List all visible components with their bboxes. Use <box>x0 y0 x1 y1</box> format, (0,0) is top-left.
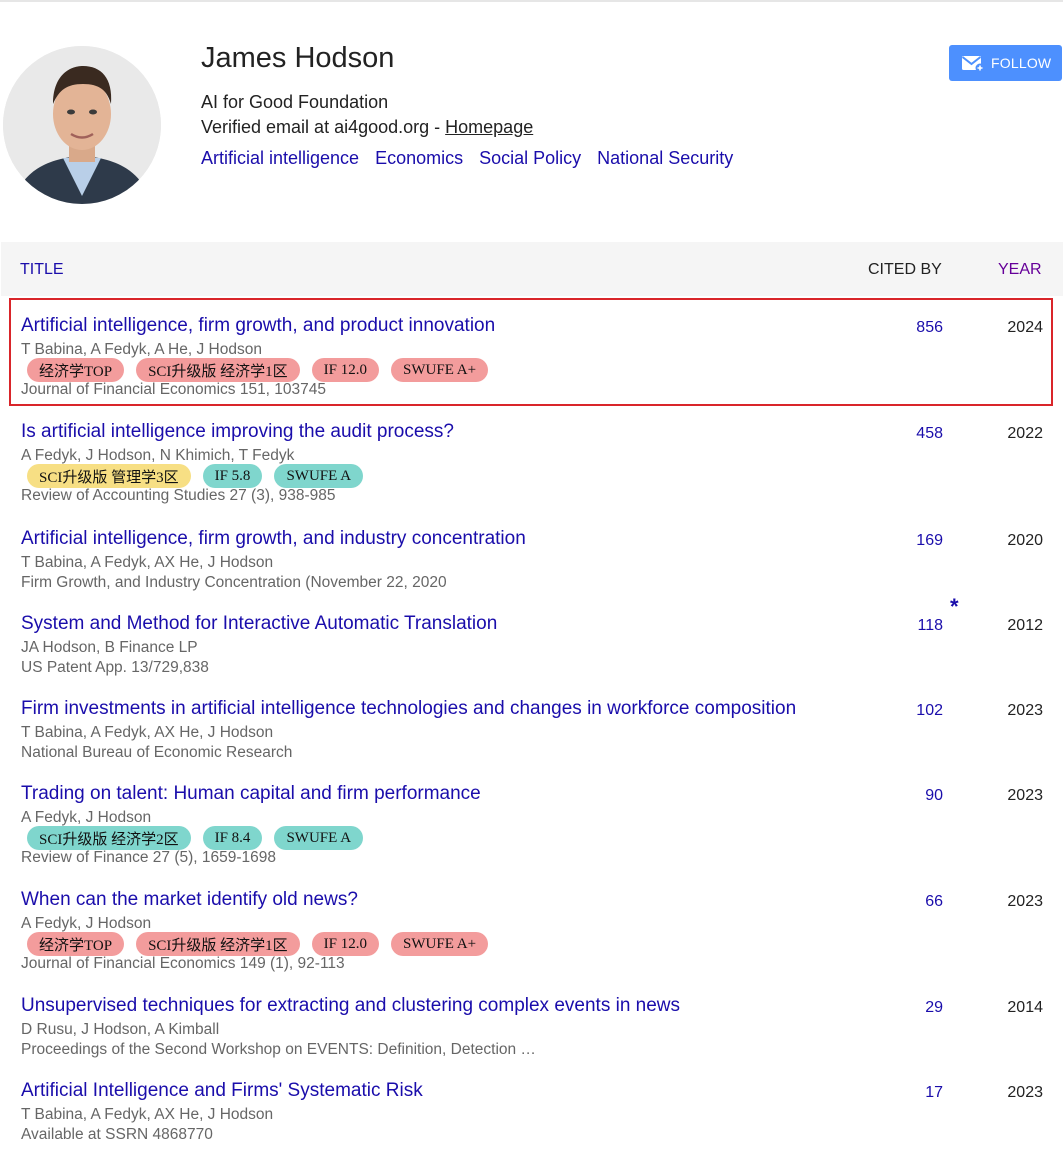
journal-tag-badge: SCI升级版 经济学1区 <box>136 932 300 956</box>
follow-label: FOLLOW <box>991 55 1052 71</box>
article-year: 2022 <box>1007 425 1043 442</box>
mail-icon <box>961 56 985 73</box>
journal-tags: 经济学TOP SCI升级版 经济学1区 IF 12.0 SWUFE A+ <box>27 932 489 956</box>
cited-by-column-header[interactable]: CITED BY <box>868 261 942 279</box>
article-authors: A Fedyk, J Hodson <box>21 915 152 932</box>
year-column-header[interactable]: YEAR <box>998 261 1042 279</box>
article-year: 2014 <box>1007 999 1043 1016</box>
article-year: 2020 <box>1007 532 1043 549</box>
follow-button[interactable]: FOLLOW <box>949 45 1062 81</box>
cited-by-count-link[interactable]: 90 <box>925 787 943 805</box>
profile-affiliation: AI for Good Foundation <box>201 92 389 112</box>
email-text: Verified email at ai4good.org - <box>201 117 446 137</box>
article-title-link[interactable]: Unsupervised techniques for extracting a… <box>21 995 680 1017</box>
journal-tag-badge: IF 8.4 <box>202 826 263 850</box>
article-year: 2012 <box>1007 617 1043 634</box>
journal-tag-badge: IF 12.0 <box>311 358 380 382</box>
article-venue: Proceedings of the Second Workshop on EV… <box>21 1041 536 1058</box>
article-title-link[interactable]: Artificial Intelligence and Firms' Syste… <box>21 1080 423 1102</box>
title-column-header[interactable]: TITLE <box>20 261 64 279</box>
article-venue: Review of Accounting Studies 27 (3), 938… <box>21 487 336 504</box>
cited-by-count-link[interactable]: 102 <box>916 702 943 720</box>
profile-name: James Hodson <box>201 42 395 74</box>
article-year: 2023 <box>1007 1084 1043 1101</box>
article-row: Trading on talent: Human capital and fir… <box>0 783 1063 866</box>
article-authors: A Fedyk, J Hodson, N Khimich, T Fedyk <box>21 447 295 464</box>
journal-tag-badge: SCI升级版 经济学2区 <box>27 826 191 850</box>
interest-link[interactable]: Economics <box>375 148 463 168</box>
article-row: Unsupervised techniques for extracting a… <box>0 995 1063 1075</box>
homepage-link[interactable]: Homepage <box>445 117 533 137</box>
article-year: 2024 <box>1007 319 1043 336</box>
journal-tags: SCI升级版 管理学3区 IF 5.8 SWUFE A <box>27 464 364 488</box>
cited-by-count-link[interactable]: 458 <box>916 425 943 443</box>
article-title-link[interactable]: Firm investments in artificial intellige… <box>21 698 796 720</box>
journal-tag-badge: SCI升级版 经济学1区 <box>136 358 300 382</box>
cited-by-count-link[interactable]: 856 <box>916 319 943 337</box>
article-title-link[interactable]: System and Method for Interactive Automa… <box>21 613 497 635</box>
article-venue: US Patent App. 13/729,838 <box>21 659 209 676</box>
article-venue: Journal of Financial Economics 149 (1), … <box>21 955 345 972</box>
journal-tag-badge: SWUFE A+ <box>391 932 489 956</box>
article-venue: Available at SSRN 4868770 <box>21 1126 213 1143</box>
article-title-link[interactable]: Trading on talent: Human capital and fir… <box>21 783 481 805</box>
article-authors: D Rusu, J Hodson, A Kimball <box>21 1021 220 1038</box>
article-row: Is artificial intelligence improving the… <box>0 421 1063 504</box>
article-row: Artificial intelligence, firm growth, an… <box>0 528 1063 608</box>
article-authors: JA Hodson, B Finance LP <box>21 639 198 656</box>
article-authors: T Babina, A Fedyk, AX He, J Hodson <box>21 724 274 741</box>
article-title-link[interactable]: Artificial intelligence, firm growth, an… <box>21 528 526 550</box>
journal-tag-badge: IF 12.0 <box>311 932 380 956</box>
article-row: Artificial Intelligence and Firms' Syste… <box>0 1080 1063 1160</box>
journal-tag-badge: SWUFE A <box>274 464 364 488</box>
cited-by-count-link[interactable]: 66 <box>925 893 943 911</box>
interest-link[interactable]: Artificial intelligence <box>201 148 359 168</box>
cited-by-count-link[interactable]: 29 <box>925 999 943 1017</box>
research-interests: Artificial intelligence Economics Social P… <box>201 148 749 169</box>
cited-by-count-link[interactable]: 17 <box>925 1084 943 1102</box>
journal-tag-badge: 经济学TOP <box>27 932 125 956</box>
article-row: Firm investments in artificial intellige… <box>0 698 1063 778</box>
table-header: TITLE CITED BY YEAR <box>1 242 1063 296</box>
top-divider <box>0 0 1063 2</box>
journal-tag-badge: 经济学TOP <box>27 358 125 382</box>
cited-by-count-link[interactable]: 169 <box>916 532 943 550</box>
article-venue: Journal of Financial Economics 151, 1037… <box>21 381 327 398</box>
article-venue: Firm Growth, and Industry Concentration … <box>21 574 447 591</box>
article-row: When can the market identify old news? A … <box>0 889 1063 972</box>
merged-citation-star[interactable]: * <box>950 594 959 620</box>
article-title-link[interactable]: Artificial intelligence, firm growth, an… <box>21 315 495 337</box>
article-authors: A Fedyk, J Hodson <box>21 809 152 826</box>
journal-tag-badge: IF 5.8 <box>202 464 263 488</box>
article-year: 2023 <box>1007 893 1043 910</box>
journal-tag-badge: SWUFE A <box>274 826 364 850</box>
cited-by-count-link[interactable]: 118 <box>917 617 943 635</box>
profile-email: Verified email at ai4good.org - Homepage <box>201 117 533 138</box>
journal-tag-badge: SWUFE A+ <box>391 358 489 382</box>
article-title-link[interactable]: Is artificial intelligence improving the… <box>21 421 454 443</box>
article-authors: T Babina, A Fedyk, AX He, J Hodson <box>21 1106 274 1123</box>
article-title-link[interactable]: When can the market identify old news? <box>21 889 358 911</box>
article-row: System and Method for Interactive Automa… <box>0 594 1063 693</box>
journal-tag-badge: SCI升级版 管理学3区 <box>27 464 191 488</box>
journal-tags: SCI升级版 经济学2区 IF 8.4 SWUFE A <box>27 826 364 850</box>
journal-tags: 经济学TOP SCI升级版 经济学1区 IF 12.0 SWUFE A+ <box>27 358 489 382</box>
article-venue: National Bureau of Economic Research <box>21 744 293 761</box>
interest-link[interactable]: Social Policy <box>479 148 581 168</box>
article-year: 2023 <box>1007 787 1043 804</box>
profile-photo <box>3 46 161 204</box>
article-venue: Review of Finance 27 (5), 1659-1698 <box>21 849 277 866</box>
article-year: 2023 <box>1007 702 1043 719</box>
article-authors: T Babina, A Fedyk, AX He, J Hodson <box>21 554 274 571</box>
interest-link[interactable]: National Security <box>597 148 733 168</box>
article-authors: T Babina, A Fedyk, A He, J Hodson <box>21 341 262 358</box>
article-row: Artificial intelligence, firm growth, an… <box>0 315 1063 398</box>
